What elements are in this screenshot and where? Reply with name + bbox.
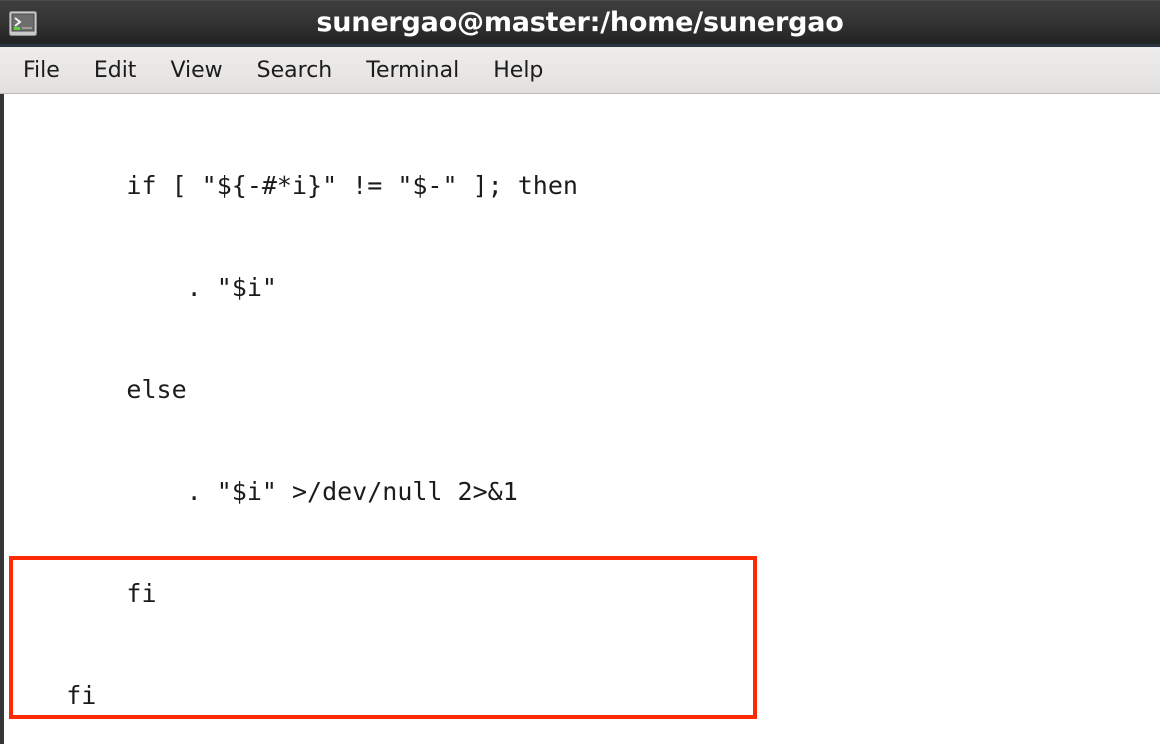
terminal-line: else [6,375,187,404]
terminal-window: sunergao@master:/home/sunergao File Edit… [0,0,1160,744]
menu-item-help[interactable]: Help [490,57,546,84]
terminal-line: . "$i" >/dev/null 2>&1 [6,477,518,506]
menu-item-file[interactable]: File [20,57,63,84]
menu-item-edit[interactable]: Edit [91,57,140,84]
menu-item-view[interactable]: View [167,57,225,84]
title-bar: sunergao@master:/home/sunergao [0,0,1160,47]
terminal-content-area[interactable]: if [ "${-#*i}" != "$-" ]; then . "$i" el… [0,94,1160,744]
terminal-line: . "$i" [6,273,277,302]
menu-item-terminal[interactable]: Terminal [363,57,462,84]
terminal-line: fi [6,579,157,608]
menu-bar: File Edit View Search Terminal Help [0,47,1160,94]
window-title: sunergao@master:/home/sunergao [316,7,844,38]
terminal-text: if [ "${-#*i}" != "$-" ]; then . "$i" el… [4,94,789,744]
menu-item-search[interactable]: Search [254,57,336,84]
terminal-line: if [ "${-#*i}" != "$-" ]; then [6,171,578,200]
terminal-line: fi [6,681,97,710]
